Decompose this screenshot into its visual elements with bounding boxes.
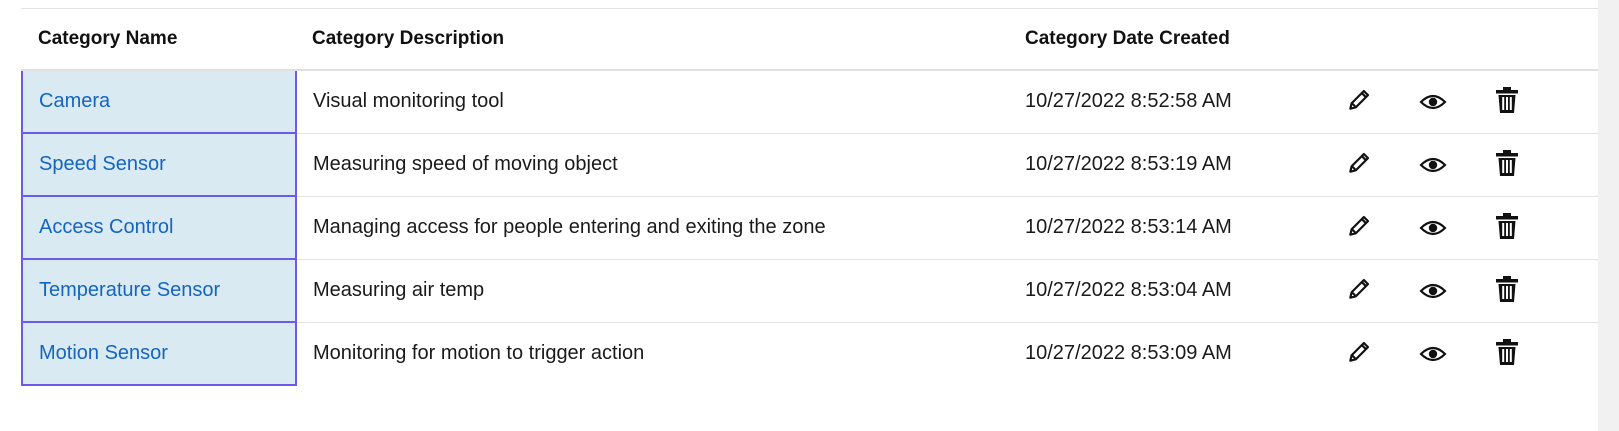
category-description-cell: Measuring air temp	[296, 259, 1009, 323]
eye-icon	[1419, 157, 1447, 172]
pencil-icon	[1349, 278, 1370, 299]
category-description-cell: Monitoring for motion to trigger action	[313, 342, 645, 365]
table-row: Camera Visual monitoring tool 10/27/2022…	[21, 69, 1599, 134]
vertical-scrollbar[interactable]	[1598, 0, 1619, 431]
delete-button[interactable]	[1491, 210, 1523, 242]
edit-button[interactable]	[1343, 273, 1375, 305]
category-name-cell[interactable]: Access Control	[21, 195, 297, 260]
eye-icon	[1419, 283, 1447, 298]
header-category-name: Category Name	[22, 9, 296, 71]
category-description-cell: Visual monitoring tool	[296, 70, 1009, 134]
view-button[interactable]	[1417, 275, 1449, 307]
edit-button[interactable]	[1343, 336, 1375, 368]
category-name-cell[interactable]: Camera	[21, 69, 297, 134]
category-name-cell[interactable]: Speed Sensor	[21, 132, 297, 197]
edit-button[interactable]	[1343, 210, 1375, 242]
category-date-cell: 10/27/2022 8:53:04 AM	[1009, 259, 1314, 323]
delete-button[interactable]	[1491, 273, 1523, 305]
eye-icon	[1419, 94, 1447, 109]
category-name-cell[interactable]: Motion Sensor	[21, 321, 297, 386]
edit-button[interactable]	[1343, 147, 1375, 179]
category-date-cell: 10/27/2022 8:53:19 AM	[1009, 133, 1314, 197]
header-category-description: Category Description	[296, 9, 1009, 71]
category-description-cell: Measuring speed of moving object	[296, 133, 1009, 197]
category-date-cell: 10/27/2022 8:53:09 AM	[1025, 342, 1232, 365]
pencil-icon	[1349, 90, 1370, 110]
trash-icon	[1496, 86, 1518, 113]
header-edit-column	[1314, 9, 1388, 71]
pencil-icon	[1349, 215, 1370, 236]
header-view-column	[1388, 9, 1462, 71]
table-row: Speed Sensor Measuring speed of moving o…	[21, 132, 1599, 197]
category-description-cell: Managing access for people entering and …	[296, 196, 1009, 260]
header-category-date-created: Category Date Created	[1009, 9, 1314, 71]
delete-button[interactable]	[1491, 147, 1523, 179]
view-button[interactable]	[1417, 149, 1449, 181]
header-delete-column	[1462, 9, 1536, 71]
eye-icon	[1419, 220, 1447, 235]
delete-button[interactable]	[1491, 336, 1523, 368]
edit-button[interactable]	[1343, 84, 1375, 116]
category-name-link[interactable]: Camera	[39, 90, 110, 112]
table-row: Access Control Managing access for peopl…	[21, 195, 1599, 260]
trash-icon	[1496, 338, 1518, 365]
delete-button[interactable]	[1491, 84, 1523, 116]
view-button[interactable]	[1417, 212, 1449, 244]
trash-icon	[1496, 212, 1518, 239]
trash-icon	[1496, 275, 1518, 302]
header-spacer	[1536, 9, 1599, 71]
category-name-link[interactable]: Motion Sensor	[39, 342, 168, 364]
pencil-icon	[1349, 342, 1370, 362]
category-name-link[interactable]: Access Control	[39, 216, 174, 238]
eye-icon	[1419, 346, 1447, 361]
view-button[interactable]	[1417, 86, 1449, 118]
category-name-link[interactable]: Temperature Sensor	[39, 279, 220, 301]
categories-table: Category Name Category Description Categ…	[21, 9, 1599, 386]
trash-icon	[1496, 149, 1518, 176]
table-row: Temperature Sensor Measuring air temp 10…	[21, 258, 1599, 323]
category-date-cell: 10/27/2022 8:52:58 AM	[1009, 70, 1314, 134]
category-name-cell[interactable]: Temperature Sensor	[21, 258, 297, 323]
category-date-cell: 10/27/2022 8:53:14 AM	[1009, 196, 1314, 260]
pencil-icon	[1349, 152, 1370, 173]
category-name-link[interactable]: Speed Sensor	[39, 153, 166, 175]
table-header-row: Category Name Category Description Categ…	[22, 9, 1599, 71]
view-button[interactable]	[1417, 338, 1449, 370]
table-row: Motion Sensor Monitoring for motion to t…	[21, 321, 1599, 386]
